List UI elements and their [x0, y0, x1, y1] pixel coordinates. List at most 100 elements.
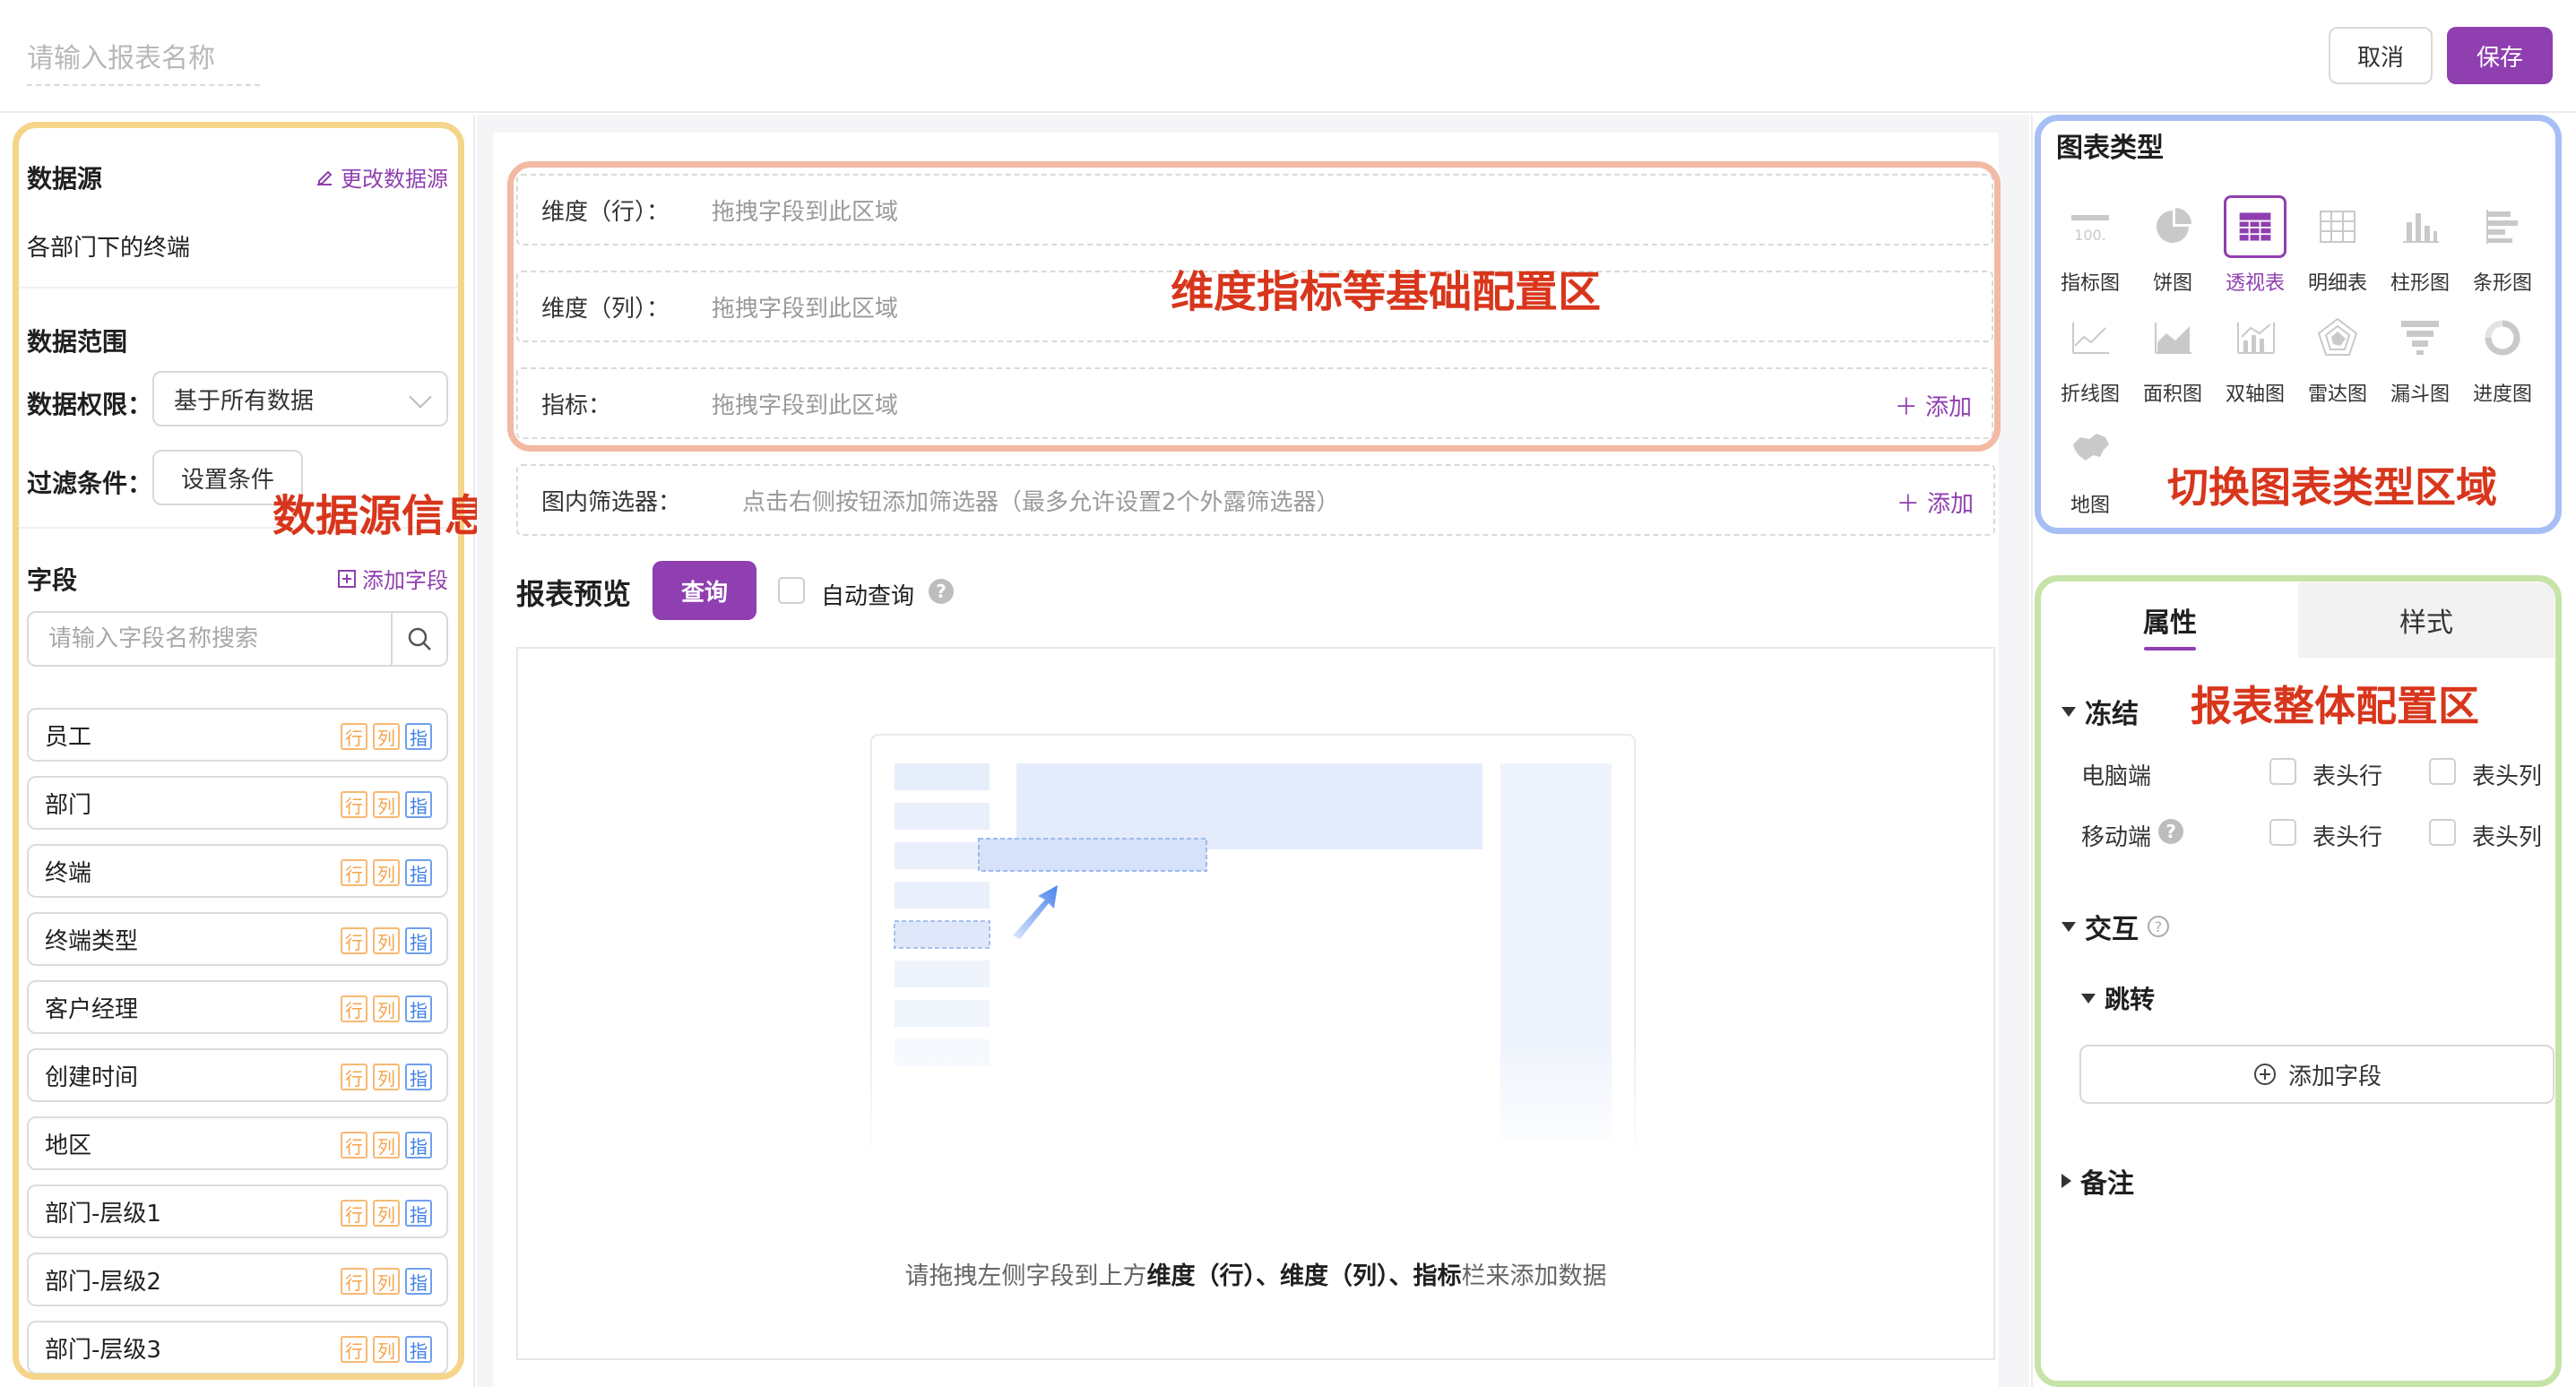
auto-query-checkbox[interactable]: [778, 577, 805, 604]
row-dimension-label: 维度（行）：: [541, 198, 670, 226]
row-tag[interactable]: 行: [341, 791, 367, 818]
config-tabs: 属性 样式: [2042, 582, 2554, 658]
chart-type-column-chart[interactable]: 柱形图: [2382, 195, 2458, 296]
field-item[interactable]: 部门-层级3 行列指: [27, 1321, 448, 1374]
search-button[interactable]: [391, 613, 446, 665]
row-tag[interactable]: 行: [341, 1064, 367, 1090]
chart-type-dual-axis-chart[interactable]: 双轴图: [2217, 306, 2293, 407]
chart-type-label: 条形图: [2472, 272, 2532, 295]
field-name: 部门-层级2: [45, 1268, 161, 1296]
chart-type-detail-table[interactable]: 明细表: [2300, 195, 2375, 296]
field-search-input[interactable]: [48, 625, 389, 652]
mobile-header-row-checkbox[interactable]: [2269, 819, 2296, 846]
column-tag[interactable]: 列: [373, 723, 400, 750]
chart-type-metric-chart[interactable]: 100. 指标图: [2053, 195, 2128, 296]
change-datasource-link[interactable]: 更改数据源: [314, 161, 448, 193]
chart-type-bar-chart[interactable]: 条形图: [2465, 195, 2540, 296]
row-tag[interactable]: 行: [341, 1132, 367, 1159]
field-item[interactable]: 部门-层级1 行列指: [27, 1185, 448, 1238]
save-button[interactable]: 保存: [2447, 27, 2553, 84]
jump-title: 跳转: [2105, 985, 2156, 1014]
field-item[interactable]: 部门-层级2 行列指: [27, 1253, 448, 1306]
add-metric-button[interactable]: ＋ 添加: [1895, 389, 1972, 422]
metric-label: 指标：: [541, 392, 612, 419]
datasource-title: 数据源: [27, 164, 103, 194]
chart-type-pivot-table[interactable]: 透视表: [2217, 195, 2293, 296]
row-tag[interactable]: 行: [341, 995, 367, 1022]
metric-tag[interactable]: 指: [405, 1064, 432, 1090]
notes-section[interactable]: 备注: [2062, 1161, 2134, 1201]
help-icon[interactable]: ?: [2158, 819, 2183, 844]
metric-tag[interactable]: 指: [405, 1200, 432, 1227]
field-item[interactable]: 客户经理 行列指: [27, 980, 448, 1034]
chart-type-radar-chart[interactable]: 雷达图: [2300, 306, 2375, 407]
field-item[interactable]: 终端 行列指: [27, 844, 448, 898]
column-tag[interactable]: 列: [373, 1064, 400, 1090]
metric-tag[interactable]: 指: [405, 791, 432, 818]
metric-tag[interactable]: 指: [405, 1132, 432, 1159]
column-tag[interactable]: 列: [373, 1132, 400, 1159]
field-item[interactable]: 创建时间 行列指: [27, 1048, 448, 1102]
row-tag[interactable]: 行: [341, 1268, 367, 1295]
field-item[interactable]: 员工 行列指: [27, 708, 448, 762]
tab-style[interactable]: 样式: [2298, 582, 2554, 658]
column-tag[interactable]: 列: [373, 1268, 400, 1295]
chart-type-label: 明细表: [2307, 272, 2367, 295]
row-tag[interactable]: 行: [341, 859, 367, 886]
interaction-section[interactable]: 交互 ?: [2062, 907, 2169, 946]
chart-type-progress-chart[interactable]: 进度图: [2465, 306, 2540, 407]
metric-tag[interactable]: 指: [405, 927, 432, 954]
add-field-link[interactable]: 添加字段: [337, 563, 448, 594]
chart-type-area-chart[interactable]: 面积图: [2135, 306, 2210, 407]
desktop-header-col-checkbox[interactable]: [2429, 758, 2456, 785]
field-tags: 行列指: [341, 1336, 432, 1363]
desktop-header-row-checkbox[interactable]: [2269, 758, 2296, 785]
column-tag[interactable]: 列: [373, 995, 400, 1022]
hint-suffix: 栏来添加数据: [1461, 1262, 1607, 1290]
metric-tag[interactable]: 指: [405, 723, 432, 750]
chart-type-funnel-chart[interactable]: 漏斗图: [2382, 306, 2458, 407]
chart-type-pie-chart[interactable]: 饼图: [2135, 195, 2210, 296]
query-button[interactable]: 查询: [653, 561, 756, 620]
change-datasource-label: 更改数据源: [341, 167, 448, 192]
row-tag[interactable]: 行: [341, 1200, 367, 1227]
field-item[interactable]: 地区 行列指: [27, 1116, 448, 1170]
field-item[interactable]: 终端类型 行列指: [27, 912, 448, 966]
search-icon: [408, 627, 431, 650]
preview-hint: 请拖拽左侧字段到上方维度（行）、维度（列）、指标栏来添加数据: [516, 1256, 1995, 1291]
question-icon[interactable]: ?: [2148, 916, 2169, 937]
dual-axis-chart-icon: [2224, 306, 2286, 369]
column-tag[interactable]: 列: [373, 1336, 400, 1363]
column-tag[interactable]: 列: [373, 1200, 400, 1227]
metric-tag[interactable]: 指: [405, 995, 432, 1022]
chart-type-map-chart[interactable]: 地图: [2053, 418, 2128, 518]
metric-tag[interactable]: 指: [405, 1336, 432, 1363]
chart-type-label: 双轴图: [2225, 383, 2285, 406]
row-dimension-dropzone[interactable]: 维度（行）： 拖拽字段到此区域: [516, 174, 1993, 246]
help-icon[interactable]: ?: [929, 579, 954, 604]
cancel-button[interactable]: 取消: [2329, 27, 2433, 84]
column-tag[interactable]: 列: [373, 927, 400, 954]
chart-type-line-chart[interactable]: 折线图: [2053, 306, 2128, 407]
freeze-section[interactable]: 冻结: [2062, 692, 2139, 731]
metric-tag[interactable]: 指: [405, 859, 432, 886]
permission-select[interactable]: 基于所有数据: [152, 371, 448, 426]
metric-dropzone[interactable]: 指标： 拖拽字段到此区域 ＋ 添加: [516, 367, 1993, 439]
metric-tag[interactable]: 指: [405, 1268, 432, 1295]
column-tag[interactable]: 列: [373, 859, 400, 886]
column-tag[interactable]: 列: [373, 791, 400, 818]
row-tag[interactable]: 行: [341, 927, 367, 954]
caret-down-icon: [2062, 706, 2076, 717]
row-tag[interactable]: 行: [341, 1336, 367, 1363]
drag-illustration: [869, 734, 1676, 1163]
jump-section[interactable]: 跳转: [2081, 980, 2155, 1016]
field-name: 终端类型: [45, 927, 139, 955]
add-filter-button[interactable]: ＋ 添加: [1897, 486, 1974, 519]
tab-properties[interactable]: 属性: [2042, 582, 2298, 658]
row-tag[interactable]: 行: [341, 723, 367, 750]
report-name-input[interactable]: [27, 32, 260, 86]
field-item[interactable]: 部门 行列指: [27, 776, 448, 830]
add-jump-field-button[interactable]: 添加字段: [2079, 1045, 2554, 1104]
field-tags: 行列指: [341, 1268, 432, 1295]
mobile-header-col-checkbox[interactable]: [2429, 819, 2456, 846]
